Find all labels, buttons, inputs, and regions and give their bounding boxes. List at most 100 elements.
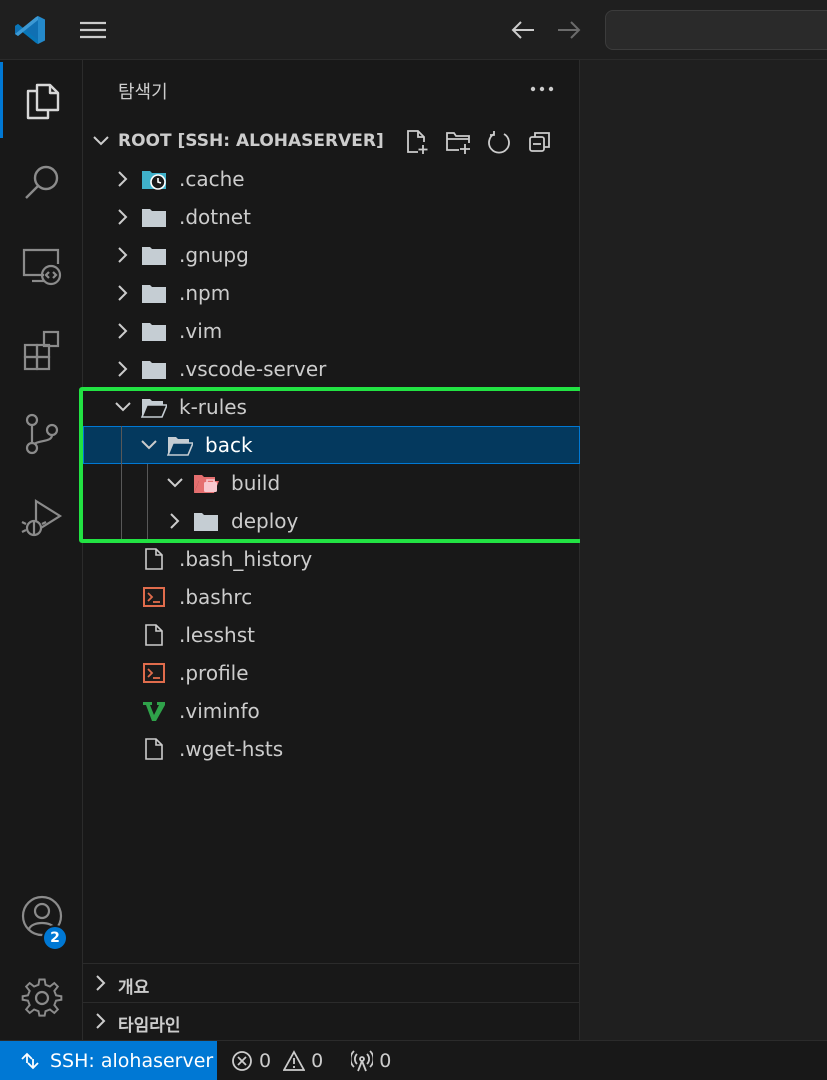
arrow-right-icon[interactable] bbox=[552, 14, 586, 46]
chevron-right-icon bbox=[96, 975, 106, 991]
root-folder-header[interactable]: ROOT [SSH: ALOHASERVER] bbox=[83, 122, 580, 160]
vscode-logo-icon[interactable] bbox=[12, 12, 48, 48]
activity-bar: 2 bbox=[0, 60, 83, 1040]
new-file-button[interactable] bbox=[401, 126, 432, 157]
warning-icon bbox=[283, 1049, 306, 1071]
folder-icon bbox=[142, 361, 166, 379]
accounts-badge: 2 bbox=[42, 925, 68, 951]
collapse-all-icon bbox=[528, 131, 550, 152]
explorer-sidebar: 탐색기 ROOT [SSH: ALOHASERVER] .cache .dotne… bbox=[83, 60, 580, 1040]
chevron-right-icon bbox=[118, 361, 128, 377]
collapse-all-button[interactable] bbox=[524, 126, 555, 157]
indent-guide bbox=[147, 464, 148, 502]
accounts-button[interactable]: 2 bbox=[0, 878, 83, 954]
chevron-down-icon bbox=[141, 440, 157, 450]
source-control-icon bbox=[25, 413, 58, 455]
tree-folder-row[interactable]: .vim bbox=[83, 312, 580, 350]
refresh-icon bbox=[487, 130, 510, 154]
remote-explorer-button[interactable] bbox=[0, 228, 83, 304]
source-control-button[interactable] bbox=[0, 396, 83, 472]
tree-item-label: .vim bbox=[179, 319, 223, 343]
extensions-icon bbox=[23, 330, 59, 371]
command-center-input[interactable] bbox=[605, 10, 827, 50]
tree-file-row[interactable]: .wget-hsts bbox=[83, 730, 580, 768]
hamburger-menu-icon[interactable] bbox=[74, 12, 112, 48]
vim-icon bbox=[143, 702, 165, 721]
tree-item-label: .cache bbox=[179, 167, 245, 191]
chevron-right-icon bbox=[96, 1013, 106, 1029]
folder-icon bbox=[142, 285, 166, 303]
error-count: 0 bbox=[259, 1049, 272, 1072]
chevron-right-icon bbox=[118, 323, 128, 339]
tree-item-label: .vscode-server bbox=[179, 357, 327, 381]
chevron-right-icon bbox=[118, 171, 128, 187]
file-icon bbox=[145, 738, 163, 760]
tree-file-row[interactable]: .bashrc bbox=[83, 578, 580, 616]
run-debug-icon bbox=[21, 499, 62, 537]
outline-label: 개요 bbox=[118, 978, 150, 998]
extensions-button[interactable] bbox=[0, 312, 83, 388]
indent-guide bbox=[121, 502, 122, 540]
ports-count: 0 bbox=[379, 1049, 392, 1072]
tree-file-row[interactable]: .viminfo bbox=[83, 692, 580, 730]
tree-item-label: .viminfo bbox=[179, 699, 260, 723]
manage-button[interactable] bbox=[0, 960, 83, 1036]
run-debug-button[interactable] bbox=[0, 480, 83, 556]
new-folder-button[interactable] bbox=[442, 126, 473, 157]
tree-item-label: .npm bbox=[179, 281, 231, 305]
tree-file-row[interactable]: .lesshst bbox=[83, 616, 580, 654]
chevron-right-icon bbox=[170, 513, 180, 529]
timeline-label: 타임라인 bbox=[118, 1016, 181, 1036]
ellipsis-icon[interactable] bbox=[527, 74, 557, 104]
remote-indicator[interactable]: SSH: alohaserver bbox=[0, 1040, 217, 1080]
files-icon bbox=[26, 83, 59, 120]
file-tree: .cache .dotnet .gnupg .npm .vim .vscode-serve… bbox=[83, 160, 580, 768]
chevron-down-icon bbox=[93, 136, 109, 146]
tree-item-label: deploy bbox=[231, 509, 299, 533]
chevron-down-icon bbox=[167, 478, 183, 488]
terminal-file-icon bbox=[143, 587, 165, 607]
tree-item-label: build bbox=[231, 471, 281, 495]
tree-folder-row[interactable]: back bbox=[83, 426, 580, 464]
folder-open-icon bbox=[167, 437, 193, 456]
tree-folder-row[interactable]: .cache bbox=[83, 160, 580, 198]
status-bar: SSH: alohaserver 0 0 0 bbox=[0, 1040, 827, 1080]
warning-count: 0 bbox=[311, 1049, 324, 1072]
file-icon bbox=[145, 548, 163, 570]
explorer-button[interactable] bbox=[0, 62, 83, 138]
chevron-right-icon bbox=[118, 247, 128, 263]
tree-file-row[interactable]: .bash_history bbox=[83, 540, 580, 578]
gear-icon bbox=[21, 978, 62, 1017]
title-bar bbox=[0, 0, 827, 60]
folder-icon bbox=[194, 513, 218, 531]
tree-item-label: .bashrc bbox=[179, 585, 253, 609]
tree-file-row[interactable]: .profile bbox=[83, 654, 580, 692]
arrow-left-icon[interactable] bbox=[506, 14, 540, 46]
search-button[interactable] bbox=[0, 144, 83, 220]
timeline-section-header[interactable]: 타임라인 bbox=[83, 1002, 580, 1040]
tree-item-label: back bbox=[205, 433, 253, 457]
indent-guide bbox=[121, 426, 122, 464]
tree-folder-row[interactable]: .dotnet bbox=[83, 198, 580, 236]
error-icon bbox=[232, 1050, 252, 1071]
tree-item-label: .dotnet bbox=[179, 205, 251, 229]
sidebar-title: 탐색기 bbox=[118, 82, 168, 103]
remote-explorer-icon bbox=[22, 248, 61, 286]
tree-folder-row[interactable]: .vscode-server bbox=[83, 350, 580, 388]
problems-indicator[interactable]: 0 0 bbox=[231, 1050, 323, 1072]
tree-folder-row[interactable]: .gnupg bbox=[83, 236, 580, 274]
folder-cache-icon bbox=[142, 171, 166, 190]
tree-folder-row[interactable]: k-rules bbox=[83, 388, 580, 426]
tree-folder-row[interactable]: build bbox=[83, 464, 580, 502]
refresh-button[interactable] bbox=[483, 126, 514, 157]
tree-folder-row[interactable]: .npm bbox=[83, 274, 580, 312]
terminal-file-icon bbox=[143, 663, 165, 683]
indent-guide bbox=[147, 502, 148, 540]
tree-item-label: .bash_history bbox=[179, 547, 313, 571]
indent-guide bbox=[121, 464, 122, 502]
outline-section-header[interactable]: 개요 bbox=[83, 964, 580, 1002]
tree-folder-row[interactable]: deploy bbox=[83, 502, 580, 540]
folder-open-icon bbox=[141, 399, 167, 418]
ports-indicator[interactable]: 0 bbox=[351, 1050, 391, 1072]
folder-icon bbox=[142, 323, 166, 341]
